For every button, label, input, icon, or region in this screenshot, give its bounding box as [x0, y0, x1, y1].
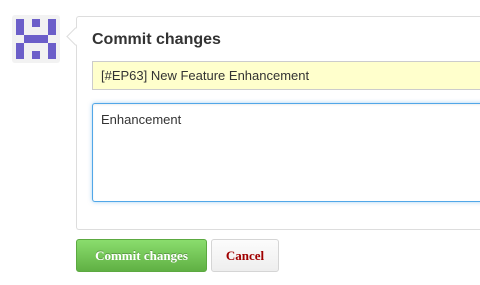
commit-summary-input[interactable] [92, 61, 480, 90]
cancel-button[interactable]: Cancel [211, 239, 279, 272]
commit-title: Commit changes [92, 31, 221, 48]
identicon-avatar-icon [16, 19, 56, 59]
commit-description-textarea[interactable]: Enhancement [92, 103, 480, 202]
commit-changes-button[interactable]: Commit changes [76, 239, 207, 272]
commit-form-area: Commit changes Enhancement Commit change… [0, 0, 480, 285]
avatar[interactable] [12, 15, 60, 63]
